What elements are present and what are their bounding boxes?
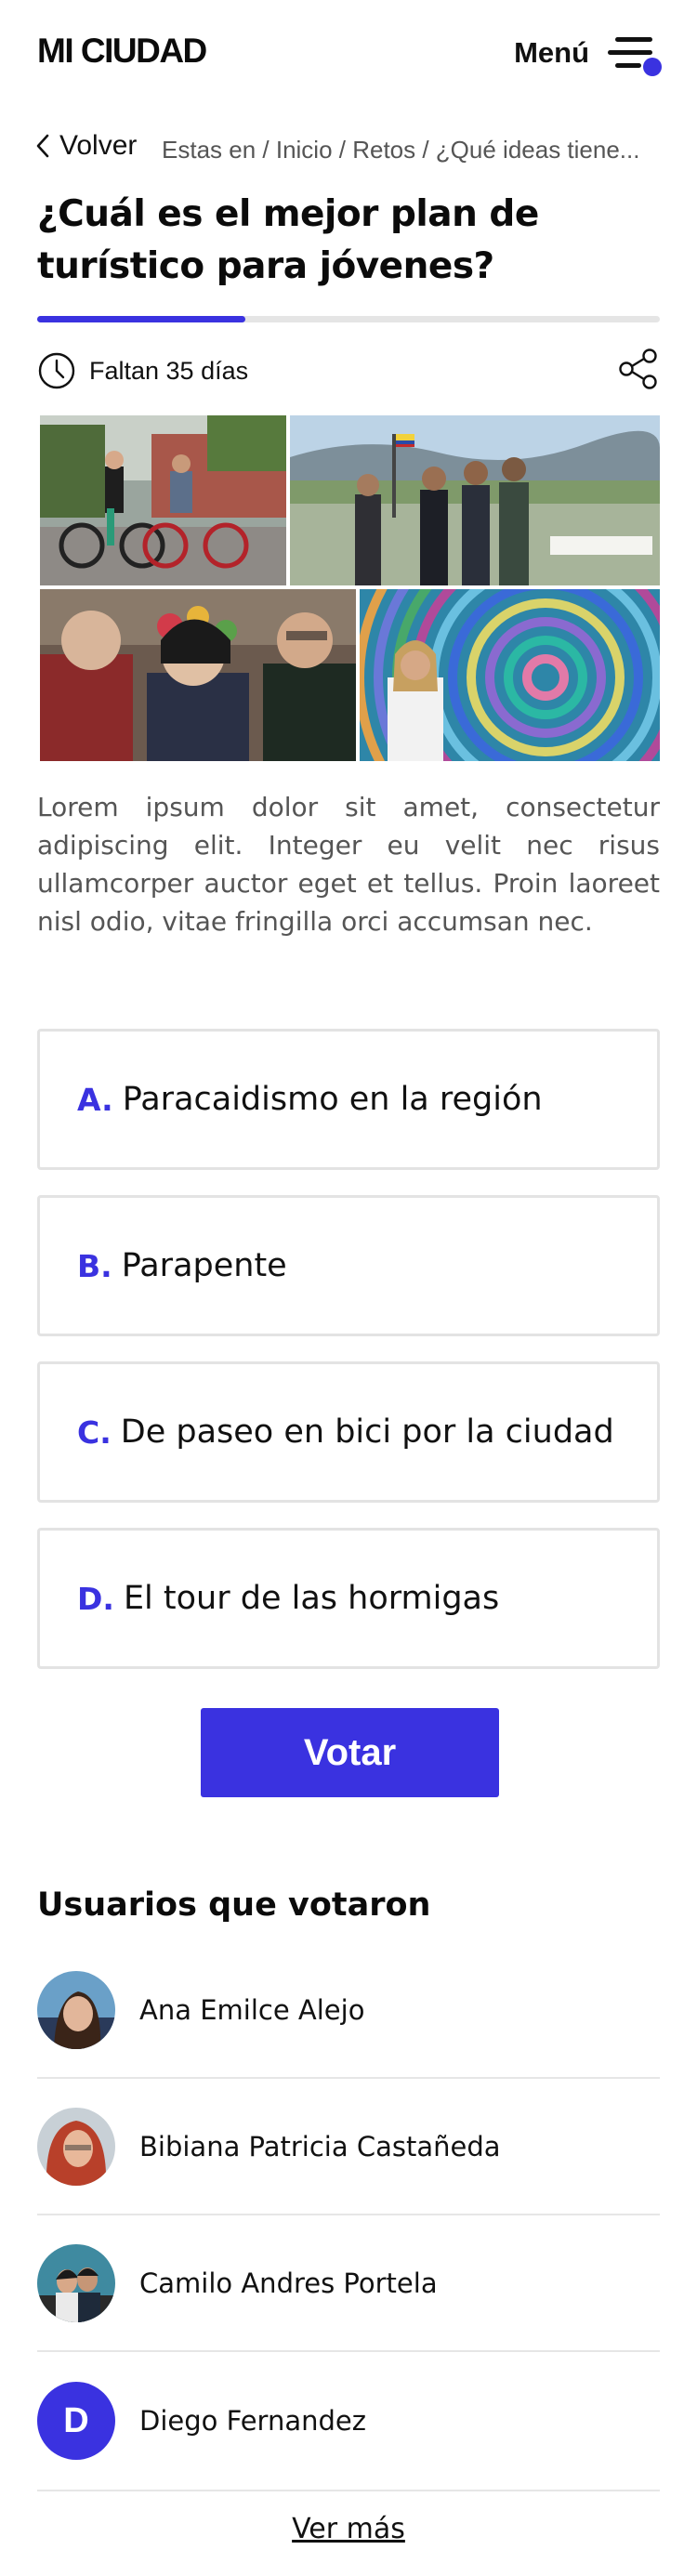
back-button[interactable]: Volver bbox=[35, 130, 137, 162]
time-progress-bar bbox=[37, 316, 660, 322]
see-more-link[interactable]: Ver más bbox=[0, 2513, 697, 2545]
option-letter: A. bbox=[77, 1081, 113, 1118]
avatar bbox=[37, 2243, 115, 2322]
option-c[interactable]: C. De paseo en bici por la ciudad bbox=[37, 1361, 660, 1503]
photo-cyclists bbox=[40, 415, 286, 585]
vote-button[interactable]: Votar bbox=[201, 1708, 499, 1797]
option-b[interactable]: B. Parapente bbox=[37, 1195, 660, 1336]
voter-row[interactable]: Ana Emilce Alejo bbox=[37, 1942, 660, 2079]
option-text: De paseo en bici por la ciudad bbox=[120, 1413, 614, 1451]
photo-mural bbox=[360, 589, 660, 761]
voter-name: Camilo Andres Portela bbox=[139, 2267, 438, 2299]
page-title: ¿Cuál es el mejor plan de turístico para… bbox=[37, 193, 539, 287]
countdown: Faltan 35 días bbox=[37, 351, 248, 390]
voter-row[interactable]: D Diego Fernandez bbox=[37, 2352, 660, 2491]
countdown-text: Faltan 35 días bbox=[89, 356, 249, 385]
voters-section-title: Usuarios que votaron bbox=[37, 1886, 431, 1924]
avatar-initial: D bbox=[37, 2382, 115, 2460]
option-text: Parapente bbox=[121, 1247, 287, 1284]
voter-name: Diego Fernandez bbox=[139, 2405, 366, 2437]
back-label: Volver bbox=[59, 130, 138, 161]
avatar bbox=[37, 1970, 115, 2049]
option-text: El tour de las hormigas bbox=[123, 1580, 500, 1617]
challenge-description: Lorem ipsum dolor sit amet, consectetur … bbox=[37, 792, 660, 937]
chevron-left-icon bbox=[36, 134, 49, 158]
option-d[interactable]: D. El tour de las hormigas bbox=[37, 1528, 660, 1669]
option-text: Paracaidismo en la región bbox=[122, 1081, 543, 1118]
top-header: MI CIUDAD Menú bbox=[0, 0, 697, 102]
avatar bbox=[37, 2107, 115, 2186]
clock-icon bbox=[37, 351, 76, 390]
hamburger-menu-icon bbox=[608, 33, 662, 76]
option-letter: C. bbox=[77, 1413, 112, 1451]
photo-eating-ants bbox=[40, 589, 356, 761]
voter-row[interactable]: Bibiana Patricia Castañeda bbox=[37, 2079, 660, 2215]
photo-group-park bbox=[290, 415, 660, 585]
breadcrumb[interactable]: Estas en / Inicio / Retos / ¿Qué ideas t… bbox=[162, 136, 664, 164]
voter-name: Bibiana Patricia Castañeda bbox=[139, 2130, 501, 2162]
voter-name: Ana Emilce Alejo bbox=[139, 1993, 365, 2026]
menu-button[interactable]: Menú bbox=[514, 33, 662, 76]
time-progress-fill bbox=[37, 316, 246, 322]
share-icon[interactable] bbox=[617, 348, 660, 390]
logo[interactable]: MI CIUDAD bbox=[37, 32, 207, 71]
option-a[interactable]: A. Paracaidismo en la región bbox=[37, 1029, 660, 1170]
photo-collage bbox=[40, 415, 660, 761]
menu-label: Menú bbox=[514, 36, 589, 69]
option-letter: B. bbox=[77, 1247, 112, 1284]
option-letter: D. bbox=[77, 1580, 114, 1617]
voter-row[interactable]: Camilo Andres Portela bbox=[37, 2215, 660, 2352]
notification-dot bbox=[643, 58, 662, 76]
